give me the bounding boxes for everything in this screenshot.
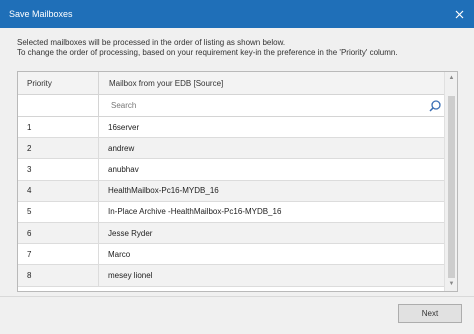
footer-divider xyxy=(0,296,474,297)
priority-cell[interactable]: 1 xyxy=(18,117,99,138)
mailbox-cell: andrew xyxy=(108,143,135,153)
filter-row xyxy=(18,95,445,117)
table-row[interactable]: 6 Jesse Ryder xyxy=(18,222,445,245)
close-icon xyxy=(455,10,463,18)
table-row[interactable]: 4 HealthMailbox-Pc16-MYDB_16 xyxy=(18,180,445,202)
instruction-line-1: Selected mailboxes will be processed in … xyxy=(17,38,286,47)
mailbox-cell: 16server xyxy=(108,122,140,132)
scroll-down-icon[interactable]: ▼ xyxy=(448,280,455,289)
grid-rows: 1 16server 2 andrew 3 anubhav 4 HealthMailbox-P… xyxy=(18,117,445,287)
mailbox-grid: Priority Mailbox from your EDB [Source] … xyxy=(17,71,458,292)
search-input[interactable] xyxy=(111,101,401,110)
mailbox-cell: anubhav xyxy=(108,164,139,174)
table-row[interactable]: 2 andrew xyxy=(18,138,445,160)
priority-cell[interactable]: 5 xyxy=(18,201,99,222)
table-row[interactable]: 1 16server xyxy=(18,117,445,139)
next-button[interactable]: Next xyxy=(398,304,462,323)
instructions: Selected mailboxes will be processed in … xyxy=(17,38,398,58)
search-box xyxy=(99,95,445,116)
column-header-mailbox[interactable]: Mailbox from your EDB [Source] xyxy=(99,72,223,94)
priority-cell[interactable]: 6 xyxy=(18,222,99,244)
mailbox-cell: mesey lionel xyxy=(108,270,153,280)
window-title: Save Mailboxes xyxy=(9,9,73,19)
scroll-up-icon[interactable]: ▲ xyxy=(448,74,455,83)
mailbox-cell: In-Place Archive -HealthMailbox-Pc16-MYD… xyxy=(108,207,282,217)
priority-cell[interactable]: 8 xyxy=(18,265,99,286)
priority-cell[interactable]: 4 xyxy=(18,180,99,201)
search-icon[interactable] xyxy=(428,99,442,113)
column-header-priority[interactable]: Priority xyxy=(18,72,99,94)
instruction-line-2: To change the order of processing, based… xyxy=(17,48,398,57)
vertical-scrollbar[interactable]: ▲ ▼ xyxy=(444,72,457,291)
close-button[interactable] xyxy=(450,5,468,23)
priority-cell[interactable]: 3 xyxy=(18,159,99,180)
priority-cell[interactable]: 2 xyxy=(18,138,99,159)
title-bar: Save Mailboxes xyxy=(0,0,474,28)
scrollbar-thumb[interactable] xyxy=(448,96,455,278)
mailbox-cell: Marco xyxy=(108,249,131,259)
priority-cell[interactable]: 7 xyxy=(18,244,99,265)
grid-header: Priority Mailbox from your EDB [Source] xyxy=(18,72,445,95)
table-row[interactable]: 5 In-Place Archive -HealthMailbox-Pc16-MY… xyxy=(18,201,445,223)
table-row[interactable]: 7 Marco xyxy=(18,244,445,266)
priority-filter-cell xyxy=(18,95,99,116)
mailbox-cell: HealthMailbox-Pc16-MYDB_16 xyxy=(108,186,219,196)
mailbox-cell: Jesse Ryder xyxy=(108,228,153,238)
table-row[interactable]: 3 anubhav xyxy=(18,159,445,181)
table-row[interactable]: 8 mesey lionel xyxy=(18,265,445,287)
